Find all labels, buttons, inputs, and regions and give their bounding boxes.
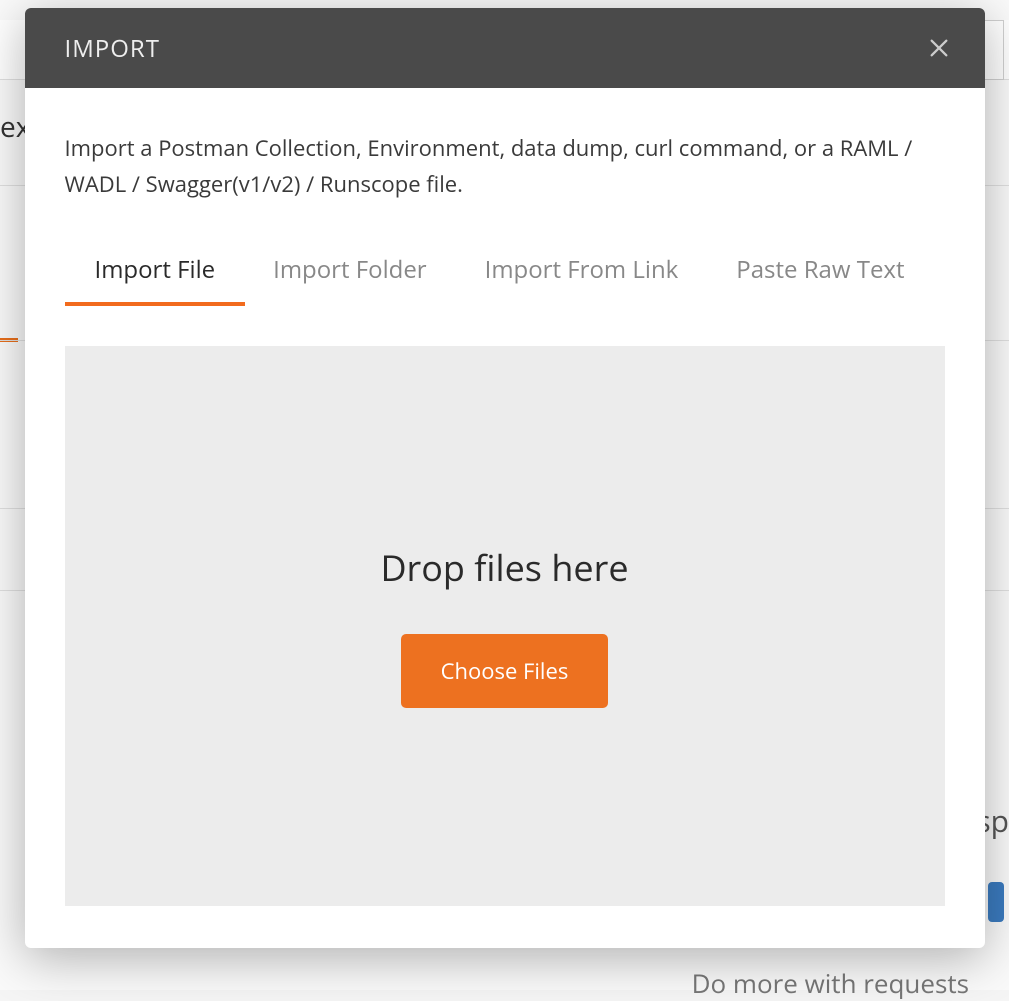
modal-header: IMPORT (25, 8, 985, 88)
close-button[interactable] (923, 32, 955, 64)
import-tabs: Import File Import Folder Import From Li… (65, 253, 945, 306)
tab-import-from-link[interactable]: Import From Link (485, 253, 679, 306)
tab-import-folder[interactable]: Import Folder (273, 253, 427, 306)
choose-files-button[interactable]: Choose Files (401, 634, 609, 708)
tab-paste-raw-text[interactable]: Paste Raw Text (736, 253, 904, 306)
close-icon (928, 37, 950, 59)
modal-backdrop: IMPORT Import a Postman Collection, Envi… (0, 0, 1009, 990)
tab-import-file[interactable]: Import File (95, 253, 216, 306)
import-modal: IMPORT Import a Postman Collection, Envi… (25, 8, 985, 948)
modal-title: IMPORT (65, 32, 160, 65)
file-drop-zone[interactable]: Drop files here Choose Files (65, 346, 945, 906)
import-description: Import a Postman Collection, Environment… (65, 130, 945, 203)
modal-body: Import a Postman Collection, Environment… (25, 88, 985, 948)
drop-zone-label: Drop files here (380, 543, 628, 592)
